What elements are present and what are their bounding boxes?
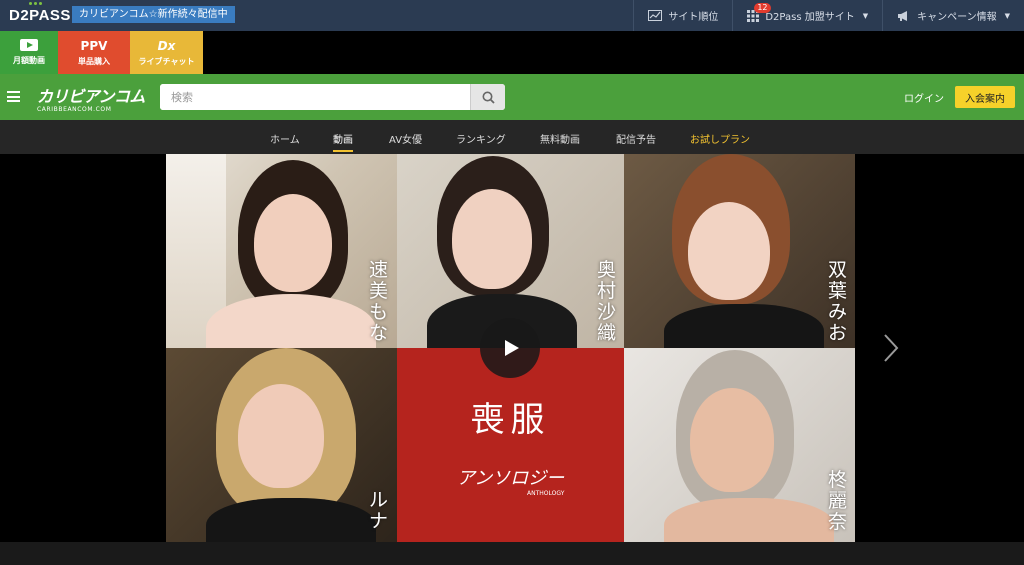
nav-trial-plan[interactable]: お試しプラン — [690, 131, 750, 146]
portrait-face — [688, 202, 770, 300]
actress-name-3: 双葉みお — [828, 259, 848, 344]
portrait-face — [452, 189, 532, 289]
product-tiles: 月額動画 PPV 単品購入 Dx ライブチャット — [0, 31, 203, 74]
d2pass-member-sites-menu[interactable]: 12 D2Pass 加盟サイト ▼ — [732, 0, 882, 31]
anthology-subtitle-en: ANTHOLOGY — [527, 490, 565, 497]
hero-panel-1[interactable]: 速美もな — [166, 154, 397, 348]
search-box — [160, 84, 505, 110]
next-slide-arrow-icon[interactable] — [880, 332, 902, 364]
hero-slider: 速美もな 奥村沙織 双葉みお ルナ 喪服 アンソロジー ANTHOLOGY 柊麗… — [0, 154, 1024, 542]
hero-panel-3[interactable]: 双葉みお — [624, 154, 855, 348]
nav-ranking[interactable]: ランキング — [456, 131, 506, 146]
nav-videos[interactable]: 動画 — [333, 131, 353, 152]
monthly-video-tile[interactable]: 月額動画 — [0, 31, 58, 74]
nav-upcoming[interactable]: 配信予告 — [616, 131, 656, 146]
hero-panel-4[interactable]: ルナ — [166, 348, 397, 542]
chart-icon — [648, 10, 663, 21]
search-icon — [482, 91, 495, 104]
nav-actresses[interactable]: AV女優 — [389, 131, 422, 146]
live-chat-tile[interactable]: Dx ライブチャット — [130, 31, 203, 74]
chevron-down-icon: ▼ — [1004, 11, 1010, 20]
ppv-tile[interactable]: PPV 単品購入 — [58, 31, 130, 74]
site-logo[interactable]: カリビアンコム CARIBBEANCOM.COM — [37, 83, 145, 113]
hero-panel-6[interactable]: 柊麗奈 — [624, 348, 855, 542]
member-sites-count-badge: 12 — [754, 3, 771, 13]
play-video-button[interactable] — [480, 318, 540, 378]
portrait-shoulders — [206, 294, 376, 348]
portrait-face — [690, 388, 774, 492]
search-input[interactable] — [160, 84, 470, 110]
portrait-face — [254, 194, 332, 292]
campaign-info-menu[interactable]: キャンペーン情報 ▼ — [882, 0, 1024, 31]
portrait-mourning-dress — [206, 498, 376, 542]
ppv-title: PPV — [80, 38, 108, 53]
menu-icon[interactable] — [7, 91, 20, 102]
play-icon — [505, 340, 519, 356]
monthly-video-label: 月額動画 — [13, 56, 45, 65]
site-ranking-label: サイト順位 — [668, 12, 719, 23]
site-ranking-link[interactable]: サイト順位 — [633, 0, 732, 31]
live-chat-label: ライブチャット — [138, 56, 195, 66]
portrait-shoulders — [664, 498, 834, 542]
actress-name-4: ルナ — [369, 489, 389, 532]
nav-home[interactable]: ホーム — [270, 131, 300, 146]
member-sites-label: D2Pass 加盟サイト — [765, 12, 855, 23]
join-button[interactable]: 入会案内 — [955, 86, 1015, 108]
anthology-subtitle: アンソロジー — [456, 468, 565, 489]
anthology-title: 喪服 — [470, 400, 551, 440]
site-logo-text: カリビアンコム — [37, 87, 145, 106]
chevron-down-icon: ▼ — [862, 11, 869, 20]
site-notice-label[interactable]: カリビアンコム☆新作続々配信中 — [72, 6, 235, 23]
d2pass-logo[interactable]: D2PASS — [9, 7, 71, 24]
login-link[interactable]: ログイン — [904, 90, 944, 105]
main-nav: ホーム 動画 AV女優 ランキング 無料動画 配信予告 お試しプラン — [0, 120, 1024, 154]
site-header: カリビアンコム CARIBBEANCOM.COM ログイン 入会案内 — [0, 74, 1024, 120]
site-logo-domain: CARIBBEANCOM.COM — [37, 106, 112, 113]
d2pass-logo-dots — [29, 2, 42, 5]
portrait-face — [238, 384, 324, 488]
actress-name-1: 速美もな — [369, 259, 389, 344]
portrait-mourning-dress — [664, 304, 824, 348]
megaphone-icon — [898, 10, 908, 21]
live-chat-logo: Dx — [157, 38, 176, 53]
nav-free-videos[interactable]: 無料動画 — [540, 131, 580, 146]
page-bottom-strip — [0, 542, 1024, 565]
campaign-info-label: キャンペーン情報 — [917, 12, 997, 23]
ppv-label: 単品購入 — [78, 56, 110, 66]
actress-name-2: 奥村沙織 — [597, 259, 617, 344]
d2pass-topbar: D2PASS カリビアンコム☆新作続々配信中 サイト順位 12 D2Pass 加… — [0, 0, 1024, 31]
search-button[interactable] — [470, 84, 505, 110]
play-icon — [20, 39, 38, 51]
actress-name-5: 柊麗奈 — [828, 469, 848, 533]
